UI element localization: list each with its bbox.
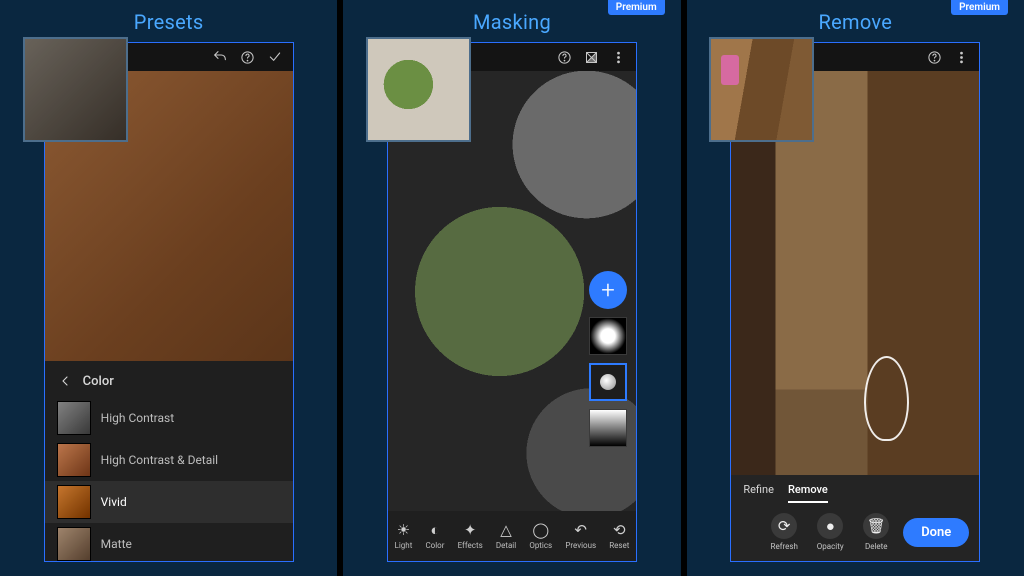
before-inset bbox=[366, 37, 471, 142]
check-icon[interactable] bbox=[267, 49, 283, 65]
add-mask-button[interactable]: + bbox=[589, 271, 627, 309]
mask-gradient[interactable] bbox=[589, 409, 627, 447]
panel-title: Masking bbox=[473, 10, 551, 34]
phone-screen-presets: Color High Contrast High Contrast & Deta… bbox=[44, 42, 294, 562]
phone-screen-remove: Refine Remove ⟳ Refresh ● Opacity 🗑 Dele… bbox=[730, 42, 980, 562]
before-inset bbox=[23, 37, 128, 142]
mask-point-selected[interactable] bbox=[589, 363, 627, 401]
color-icon: ◐ bbox=[427, 522, 443, 538]
panel-remove: Premium Remove Refine Remove ⟳ bbox=[687, 0, 1024, 576]
main-image[interactable]: Refine Remove ⟳ Refresh ● Opacity 🗑 Dele… bbox=[731, 71, 979, 561]
preset-thumb bbox=[57, 527, 91, 561]
undo-icon[interactable] bbox=[212, 49, 228, 65]
phone-screen-masking: + ☀Light ◐Color ✦Effects △Detail ◯Optics… bbox=[387, 42, 637, 562]
opacity-icon: ● bbox=[826, 517, 835, 535]
tool-light[interactable]: ☀Light bbox=[395, 522, 413, 550]
more-icon[interactable] bbox=[954, 50, 969, 65]
drawer-back[interactable]: Color bbox=[45, 369, 293, 397]
optics-icon: ◯ bbox=[533, 522, 549, 538]
help-icon[interactable] bbox=[240, 50, 255, 65]
panel-masking: Premium Masking + ☀Light ◐C bbox=[343, 0, 680, 576]
action-opacity[interactable]: ● Opacity bbox=[811, 513, 849, 551]
preset-label: High Contrast & Detail bbox=[101, 453, 218, 467]
action-refresh[interactable]: ⟳ Refresh bbox=[765, 513, 803, 551]
light-icon: ☀ bbox=[395, 522, 411, 538]
tab-remove[interactable]: Remove bbox=[788, 483, 828, 503]
preset-item[interactable]: High Contrast bbox=[45, 397, 293, 439]
help-icon[interactable] bbox=[557, 50, 572, 65]
previous-icon: ↶ bbox=[573, 522, 589, 538]
tool-effects[interactable]: ✦Effects bbox=[458, 522, 483, 550]
preset-label: Matte bbox=[101, 537, 132, 551]
remove-toolbar: Refine Remove ⟳ Refresh ● Opacity 🗑 Dele… bbox=[731, 475, 979, 561]
preset-label: Vivid bbox=[101, 495, 127, 509]
presets-drawer: Color High Contrast High Contrast & Deta… bbox=[45, 361, 293, 561]
effects-icon: ✦ bbox=[462, 522, 478, 538]
preset-item[interactable]: High Contrast & Detail bbox=[45, 439, 293, 481]
tool-optics[interactable]: ◯Optics bbox=[529, 522, 552, 550]
tool-previous[interactable]: ↶Previous bbox=[565, 522, 596, 550]
premium-badge: Premium bbox=[608, 0, 665, 15]
mask-rail: + bbox=[586, 271, 630, 447]
drawer-title: Color bbox=[83, 374, 114, 389]
reset-icon: ⟲ bbox=[611, 522, 627, 538]
action-delete[interactable]: 🗑 Delete bbox=[857, 513, 895, 551]
mask-radial[interactable] bbox=[589, 317, 627, 355]
panel-title: Presets bbox=[134, 10, 204, 34]
preset-label: High Contrast bbox=[101, 411, 175, 425]
panel-title: Remove bbox=[818, 10, 892, 34]
more-icon[interactable] bbox=[611, 50, 626, 65]
main-image[interactable]: + ☀Light ◐Color ✦Effects △Detail ◯Optics… bbox=[388, 71, 636, 561]
tool-detail[interactable]: △Detail bbox=[496, 522, 516, 550]
preset-item[interactable]: Vivid bbox=[45, 481, 293, 523]
remove-tabs: Refine Remove bbox=[741, 483, 969, 509]
before-inset bbox=[709, 37, 814, 142]
help-icon[interactable] bbox=[927, 50, 942, 65]
edit-toolbar: ☀Light ◐Color ✦Effects △Detail ◯Optics ↶… bbox=[388, 511, 636, 561]
premium-badge: Premium bbox=[951, 0, 1008, 15]
preset-thumb bbox=[57, 401, 91, 435]
preset-thumb bbox=[57, 443, 91, 477]
detail-icon: △ bbox=[498, 522, 514, 538]
tab-refine[interactable]: Refine bbox=[743, 483, 774, 503]
main-image: Color High Contrast High Contrast & Deta… bbox=[45, 71, 293, 561]
done-button[interactable]: Done bbox=[903, 518, 969, 547]
preset-thumb bbox=[57, 485, 91, 519]
invert-icon[interactable] bbox=[584, 50, 599, 65]
preset-item[interactable]: Matte bbox=[45, 523, 293, 561]
tool-reset[interactable]: ⟲Reset bbox=[609, 522, 629, 550]
back-arrow-icon bbox=[57, 373, 73, 389]
delete-icon: 🗑 bbox=[867, 517, 886, 535]
panel-presets: Presets Color High Contra bbox=[0, 0, 337, 576]
tool-color[interactable]: ◐Color bbox=[425, 522, 444, 550]
refresh-icon: ⟳ bbox=[778, 517, 791, 535]
